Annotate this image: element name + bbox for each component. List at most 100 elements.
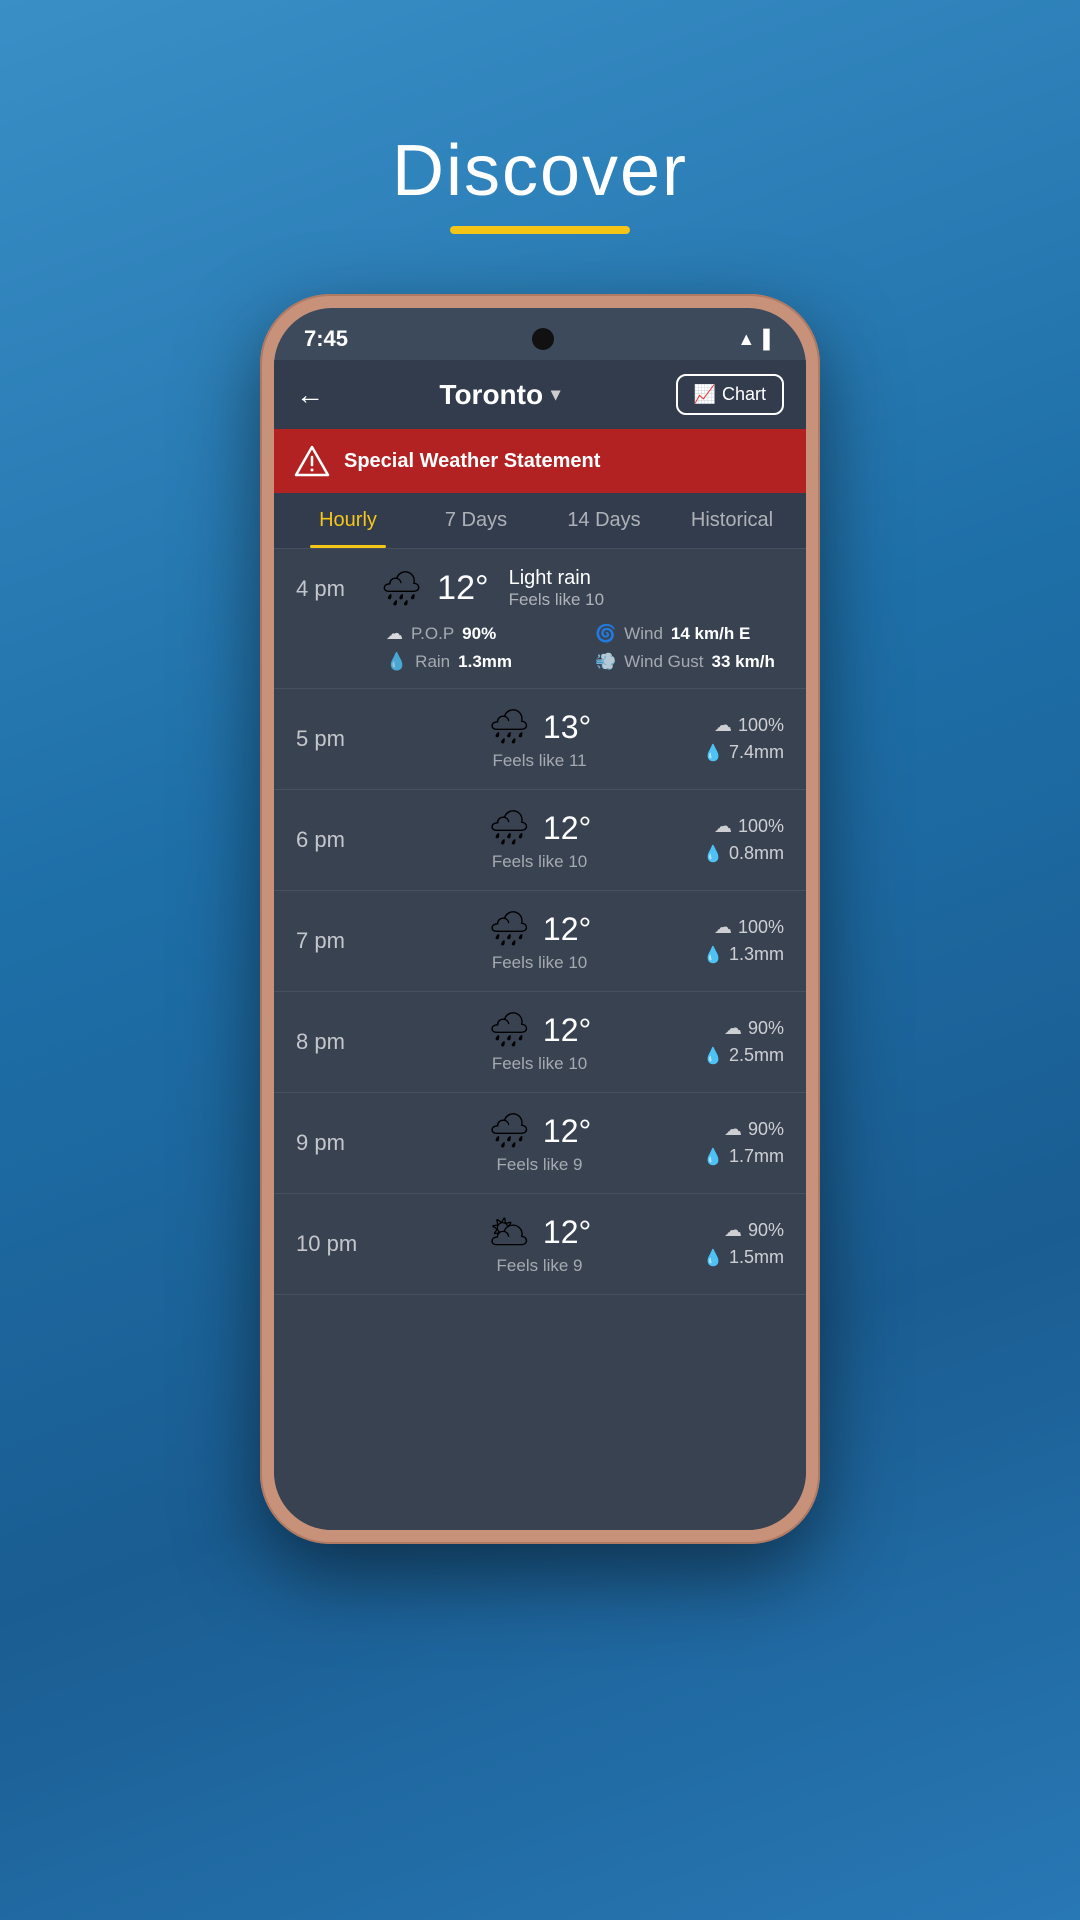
rain-icon: 💧 — [703, 1248, 723, 1268]
battery-icon: ▌ — [763, 329, 776, 350]
pop-detail: ☁ P.O.P 90% — [386, 624, 575, 644]
page-title: Discover — [392, 130, 688, 212]
status-bar: 7:45 ▲ ▌ — [274, 308, 806, 360]
city-label: Toronto — [439, 379, 543, 411]
rain-icon: 💧 — [703, 945, 723, 965]
alert-banner[interactable]: Special Weather Statement — [274, 429, 806, 493]
pop-value: 90% — [462, 624, 496, 644]
alert-icon — [294, 443, 330, 479]
right-block: ☁ 90% 💧 2.5mm — [703, 1018, 784, 1066]
center-block: 🌧 12° Feels like 10 — [376, 1010, 703, 1074]
back-button[interactable]: ← — [296, 379, 324, 411]
condition-block: Light rain Feels like 10 — [509, 567, 604, 610]
feels-like: Feels like 11 — [492, 751, 586, 771]
hour-label: 8 pm — [296, 1029, 376, 1055]
right-block: ☁ 100% 💧 7.4mm — [703, 715, 784, 763]
tabs: Hourly 7 Days 14 Days Historical — [274, 493, 806, 549]
title-underline — [450, 226, 630, 234]
rain-value: 1.3mm — [729, 944, 784, 965]
rain-value: 1.5mm — [729, 1247, 784, 1268]
weather-icon-rain: 🌧 — [380, 569, 423, 609]
hour-label: 6 pm — [296, 827, 376, 853]
tab-7days[interactable]: 7 Days — [412, 493, 540, 548]
wifi-icon: ▲ — [737, 329, 755, 350]
hour-item-4pm[interactable]: 4 pm 🌧 12° Light rain Feels like 10 ☁ P.… — [274, 549, 806, 689]
chart-icon: 📈 — [694, 384, 716, 405]
cloud-icon: ☁ — [386, 624, 403, 644]
rain-icon: 💧 — [703, 1147, 723, 1167]
pop-value: 100% — [738, 816, 784, 837]
city-selector[interactable]: Toronto ▾ — [439, 379, 560, 411]
app-content: ← Toronto ▾ 📈 Chart — [274, 360, 806, 1530]
details-grid: ☁ P.O.P 90% 🌀 Wind 14 km/h E 💧 Rain — [296, 624, 784, 672]
feels-like: Feels like 10 — [492, 1054, 587, 1074]
cloud-icon: ☁ — [724, 1018, 742, 1039]
wind-value: 14 km/h E — [671, 624, 750, 644]
camera-notch — [532, 328, 554, 350]
weather-icon: 🌧 — [488, 909, 531, 949]
center-block: 🌧 12° Feels like 10 — [376, 909, 703, 973]
right-block: ☁ 90% 💧 1.5mm — [703, 1220, 784, 1268]
chart-label: Chart — [722, 384, 766, 405]
temperature: 12° — [437, 569, 488, 608]
cloud-icon: ☁ — [724, 1119, 742, 1140]
hour-label: 5 pm — [296, 726, 376, 752]
discover-section: Discover — [392, 130, 688, 234]
hour-item-9pm[interactable]: 9 pm 🌧 12° Feels like 9 ☁ 90% — [274, 1093, 806, 1194]
hour-item-6pm[interactable]: 6 pm 🌧 12° Feels like 10 ☁ 100% — [274, 790, 806, 891]
temperature: 12° — [543, 1113, 591, 1150]
weather-icon: 🌧 — [488, 808, 531, 848]
rain-value: 1.7mm — [729, 1146, 784, 1167]
tab-historical[interactable]: Historical — [668, 493, 796, 548]
weather-icon: 🌧 — [488, 1010, 531, 1050]
hour-label: 10 pm — [296, 1231, 376, 1257]
pop-value: 90% — [748, 1018, 784, 1039]
chart-button[interactable]: 📈 Chart — [676, 374, 784, 415]
rain-icon: 💧 — [703, 743, 723, 763]
rain-detail: 💧 Rain 1.3mm — [386, 652, 575, 672]
hour-item-8pm[interactable]: 8 pm 🌧 12° Feels like 10 ☁ 90% — [274, 992, 806, 1093]
rain-icon: 💧 — [703, 844, 723, 864]
rain-icon: 💧 — [703, 1046, 723, 1066]
hour-item-10pm[interactable]: 10 pm 🌥 12° Feels like 9 ☁ 90% — [274, 1194, 806, 1295]
pop-value: 90% — [748, 1119, 784, 1140]
hour-item-7pm[interactable]: 7 pm 🌧 12° Feels like 10 ☁ 100% — [274, 891, 806, 992]
hour-item-5pm[interactable]: 5 pm 🌧 13° Feels like 11 ☁ 100% — [274, 689, 806, 790]
cloud-icon: ☁ — [714, 816, 732, 837]
rain-value: 1.3mm — [458, 652, 512, 672]
feels-like: Feels like 10 — [492, 852, 587, 872]
right-block: ☁ 100% 💧 0.8mm — [703, 816, 784, 864]
status-icons: ▲ ▌ — [737, 329, 776, 350]
status-time: 7:45 — [304, 326, 348, 352]
center-block: 🌧 13° Feels like 11 — [376, 707, 703, 771]
pop-value: 100% — [738, 715, 784, 736]
weather-icon: 🌧 — [488, 707, 531, 747]
pop-value: 100% — [738, 917, 784, 938]
right-block: ☁ 100% 💧 1.3mm — [703, 917, 784, 965]
cloud-icon: ☁ — [724, 1220, 742, 1241]
rain-value: 0.8mm — [729, 843, 784, 864]
weather-icon: 🌧 — [488, 1111, 531, 1151]
weather-list: 4 pm 🌧 12° Light rain Feels like 10 ☁ P.… — [274, 549, 806, 1530]
feels-like: Feels like 10 — [509, 590, 604, 610]
tab-14days[interactable]: 14 Days — [540, 493, 668, 548]
rain-value: 2.5mm — [729, 1045, 784, 1066]
hour-label: 9 pm — [296, 1130, 376, 1156]
center-block: 🌥 12° Feels like 9 — [376, 1212, 703, 1276]
center-block: 🌧 12° Feels like 9 — [376, 1111, 703, 1175]
hour-label: 7 pm — [296, 928, 376, 954]
temperature: 12° — [543, 810, 591, 847]
phone-screen: 7:45 ▲ ▌ ← Toronto ▾ 📈 Chart — [274, 308, 806, 1530]
wind-detail: 🌀 Wind 14 km/h E — [595, 624, 784, 644]
feels-like: Feels like 9 — [497, 1155, 583, 1175]
feels-like: Feels like 9 — [497, 1256, 583, 1276]
feels-like: Feels like 10 — [492, 953, 587, 973]
temperature: 13° — [543, 709, 591, 746]
hour-label: 4 pm — [296, 576, 366, 602]
wind-icon: 🌀 — [595, 624, 616, 644]
app-header: ← Toronto ▾ 📈 Chart — [274, 360, 806, 429]
wind-gust-detail: 💨 Wind Gust 33 km/h — [595, 652, 784, 672]
temperature: 12° — [543, 1214, 591, 1251]
gust-icon: 💨 — [595, 652, 616, 672]
tab-hourly[interactable]: Hourly — [284, 493, 412, 548]
